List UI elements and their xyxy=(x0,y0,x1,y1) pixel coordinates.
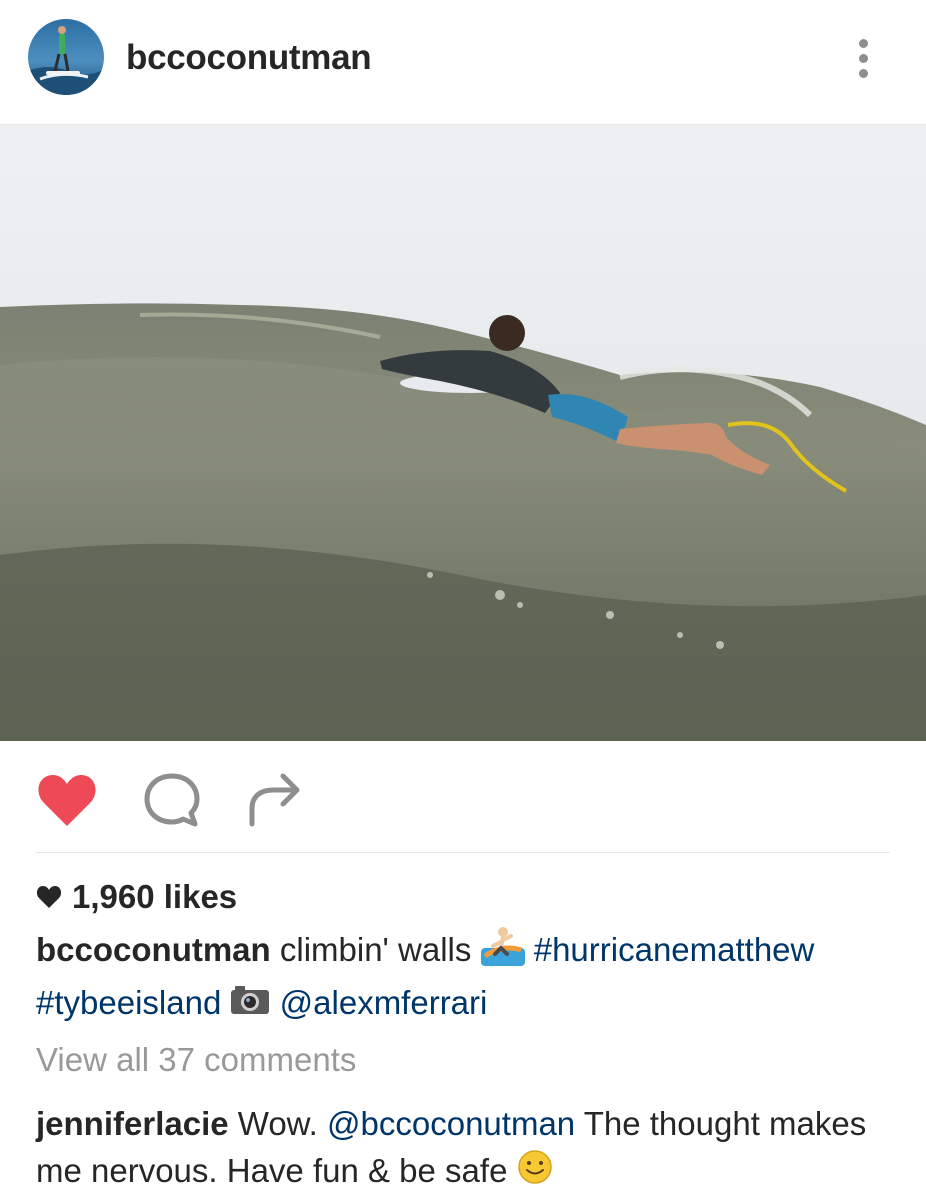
caption-text: climbin' walls xyxy=(270,931,481,969)
caption-hashtag-hurricanematthew[interactable]: #hurricanematthew xyxy=(534,931,815,968)
caption-username[interactable]: bccoconutman xyxy=(36,931,271,968)
comment-item: jenniferlacie Wow. @bccoconutman The tho… xyxy=(36,1100,906,1197)
likes-count[interactable]: 1,960 likes xyxy=(36,876,237,918)
heart-icon[interactable] xyxy=(36,772,98,828)
smile-emoji xyxy=(517,1149,553,1197)
more-vertical-icon[interactable] xyxy=(846,34,882,84)
likes-text: 1,960 likes xyxy=(72,878,238,915)
share-arrow-icon[interactable] xyxy=(245,770,303,828)
avatar[interactable] xyxy=(28,19,104,95)
post-header: bccoconutman xyxy=(0,0,926,125)
action-bar xyxy=(0,742,926,854)
caption-hashtag-tybeeisland[interactable]: #tybeeisland xyxy=(36,984,221,1021)
comment-username[interactable]: jenniferlacie xyxy=(36,1105,229,1142)
comment-mention[interactable]: @bccoconutman xyxy=(327,1105,575,1142)
caption: bccoconutman climbin' walls #hurricanema… xyxy=(36,926,898,1029)
caption-mention-alexmferrari[interactable]: @alexmferrari xyxy=(280,984,488,1021)
post-username[interactable]: bccoconutman xyxy=(126,36,372,80)
comment-text-before: Wow. xyxy=(228,1105,328,1142)
divider xyxy=(36,852,890,853)
post-photo[interactable] xyxy=(0,125,926,741)
small-heart-icon xyxy=(36,886,62,908)
comment-bubble-icon[interactable] xyxy=(143,772,201,828)
camera-emoji xyxy=(230,981,270,1029)
surfer-emoji xyxy=(480,926,525,979)
view-all-comments-link[interactable]: View all 37 comments xyxy=(36,1038,356,1082)
